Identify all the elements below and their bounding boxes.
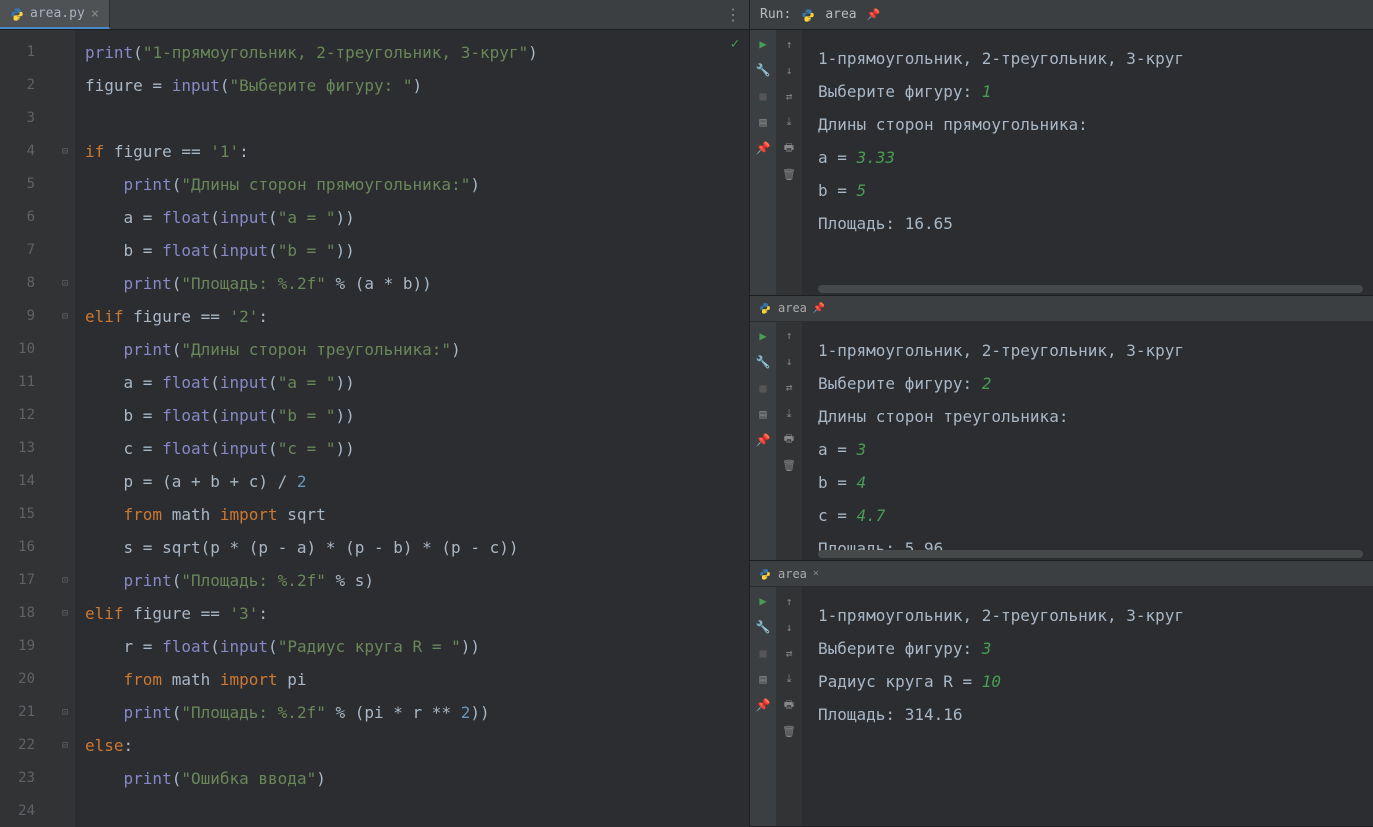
fold-marker (55, 795, 75, 827)
up-icon[interactable]: ↑ (781, 36, 797, 52)
down-icon[interactable]: ↓ (781, 62, 797, 78)
horizontal-scrollbar[interactable] (818, 285, 1363, 293)
line-number-gutter: 123456789101112131415161718192021222324 (0, 30, 55, 827)
python-config-icon (758, 301, 772, 315)
stop-icon[interactable]: ■ (755, 380, 771, 396)
pin-icon[interactable]: 📌 (867, 8, 881, 21)
pin-icon[interactable]: 📌 (755, 697, 771, 713)
fold-marker[interactable]: ⊟ (55, 729, 75, 762)
fold-marker (55, 663, 75, 696)
fold-marker[interactable]: ⊡ (55, 267, 75, 300)
stop-icon[interactable]: ■ (755, 88, 771, 104)
run-toolbar-inner: ↑ ↓ ⇄ ⤓ 🖶 🗑 (776, 322, 802, 561)
layout-icon[interactable]: ▤ (755, 114, 771, 130)
fold-marker[interactable]: ⊡ (55, 696, 75, 729)
down-icon[interactable]: ↓ (781, 619, 797, 635)
run-toolbar-left: ▶ 🔧 ■ ▤ 📌 (750, 587, 776, 826)
fold-marker (55, 102, 75, 135)
soft-wrap-icon[interactable]: ⇄ (781, 645, 797, 661)
pin-icon[interactable]: 📌 (755, 432, 771, 448)
pin-icon[interactable]: 📌 (755, 140, 771, 156)
run-header: Run: area 📌 (750, 0, 1373, 30)
print-icon[interactable]: 🖶 (781, 697, 797, 713)
up-icon[interactable]: ↑ (781, 328, 797, 344)
run-panel-tab[interactable]: area 📌 (750, 296, 1373, 322)
settings-icon[interactable]: 🔧 (755, 354, 771, 370)
scroll-to-end-icon[interactable]: ⤓ (781, 671, 797, 687)
run-toolbar-left: ▶ 🔧 ■ ▤ 📌 (750, 322, 776, 561)
fold-marker (55, 432, 75, 465)
scroll-to-end-icon[interactable]: ⤓ (781, 114, 797, 130)
settings-icon[interactable]: 🔧 (755, 619, 771, 635)
settings-icon[interactable]: 🔧 (755, 62, 771, 78)
soft-wrap-icon[interactable]: ⇄ (781, 380, 797, 396)
close-icon[interactable]: × (813, 568, 819, 579)
fold-marker (55, 762, 75, 795)
code-area[interactable]: print("1-прямоугольник, 2-треугольник, 3… (75, 30, 749, 827)
up-icon[interactable]: ↑ (781, 593, 797, 609)
rerun-icon[interactable]: ▶ (755, 593, 771, 609)
print-icon[interactable]: 🖶 (781, 432, 797, 448)
editor-tab[interactable]: area.py × (0, 0, 110, 29)
python-config-icon (801, 8, 815, 22)
tab-bar-filler: ⋮ (110, 0, 749, 29)
fold-marker[interactable]: ⊡ (55, 564, 75, 597)
python-file-icon (10, 7, 24, 21)
more-icon[interactable]: ⋮ (725, 5, 741, 24)
print-icon[interactable]: 🖶 (781, 140, 797, 156)
run-toolbar-inner: ↑ ↓ ⇄ ⤓ 🖶 🗑 (776, 30, 802, 295)
fold-marker (55, 399, 75, 432)
rerun-icon[interactable]: ▶ (755, 36, 771, 52)
clear-icon[interactable]: 🗑 (781, 458, 797, 474)
fold-marker (55, 531, 75, 564)
run-panel-tab[interactable]: area × (750, 561, 1373, 587)
soft-wrap-icon[interactable]: ⇄ (781, 88, 797, 104)
rerun-icon[interactable]: ▶ (755, 328, 771, 344)
run-toolbar-inner: ↑ ↓ ⇄ ⤓ 🖶 🗑 (776, 587, 802, 826)
fold-marker[interactable]: ⊟ (55, 135, 75, 168)
fold-marker (55, 234, 75, 267)
fold-marker[interactable]: ⊟ (55, 300, 75, 333)
run-panel: ▶ 🔧 ■ ▤ 📌 ↑ ↓ ⇄ ⤓ 🖶 🗑 1-прямоугольник, 2-треугольни… (750, 30, 1373, 296)
console-output[interactable]: 1-прямоугольник, 2-треугольник, 3-кругВы… (802, 587, 1373, 826)
fold-column: ⊟ ⊡⊟ ⊡⊟ ⊡⊟ (55, 30, 75, 827)
editor-body[interactable]: 123456789101112131415161718192021222324 … (0, 30, 749, 827)
layout-icon[interactable]: ▤ (755, 406, 771, 422)
fold-marker (55, 498, 75, 531)
python-config-icon (758, 567, 772, 581)
layout-icon[interactable]: ▤ (755, 671, 771, 687)
down-icon[interactable]: ↓ (781, 354, 797, 370)
fold-marker (55, 333, 75, 366)
clear-icon[interactable]: 🗑 (781, 723, 797, 739)
fold-marker (55, 465, 75, 498)
tab-filename: area.py (30, 6, 85, 21)
scroll-to-end-icon[interactable]: ⤓ (781, 406, 797, 422)
run-panel: area × ▶ 🔧 ■ ▤ 📌 ↑ ↓ ⇄ ⤓ 🖶 🗑 1-прямоугольник, 2-треуг… (750, 561, 1373, 827)
fold-marker (55, 168, 75, 201)
fold-marker (55, 630, 75, 663)
run-label: Run: (760, 7, 791, 22)
stop-icon[interactable]: ■ (755, 645, 771, 661)
run-panel-name: area (778, 301, 807, 315)
fold-marker (55, 366, 75, 399)
fold-marker[interactable]: ⊟ (55, 597, 75, 630)
fold-marker (55, 201, 75, 234)
clear-icon[interactable]: 🗑 (781, 166, 797, 182)
tab-close-icon[interactable]: × (91, 7, 99, 21)
run-panel-name: area (778, 567, 807, 581)
horizontal-scrollbar[interactable] (818, 550, 1363, 558)
editor-tab-bar: area.py × ⋮ (0, 0, 749, 30)
run-toolbar-left: ▶ 🔧 ■ ▤ 📌 (750, 30, 776, 295)
run-config-name: area (825, 7, 856, 22)
editor-pane: area.py × ⋮ 1234567891011121314151617181… (0, 0, 750, 827)
run-tool-window: Run: area 📌 ▶ 🔧 ■ ▤ 📌 ↑ ↓ ⇄ ⤓ 🖶 🗑 1-прямоугольник, … (750, 0, 1373, 827)
fold-marker (55, 36, 75, 69)
pin-icon[interactable]: 📌 (813, 303, 825, 314)
fold-marker (55, 69, 75, 102)
console-output[interactable]: 1-прямоугольник, 2-треугольник, 3-кругВы… (802, 30, 1373, 295)
run-panels: ▶ 🔧 ■ ▤ 📌 ↑ ↓ ⇄ ⤓ 🖶 🗑 1-прямоугольник, 2-треугольни… (750, 30, 1373, 827)
run-panel: area 📌 ▶ 🔧 ■ ▤ 📌 ↑ ↓ ⇄ ⤓ 🖶 🗑 1-прямоугольник, 2-треуг… (750, 296, 1373, 562)
console-output[interactable]: 1-прямоугольник, 2-треугольник, 3-кругВы… (802, 322, 1373, 561)
inspection-ok-icon: ✓ (731, 36, 739, 52)
